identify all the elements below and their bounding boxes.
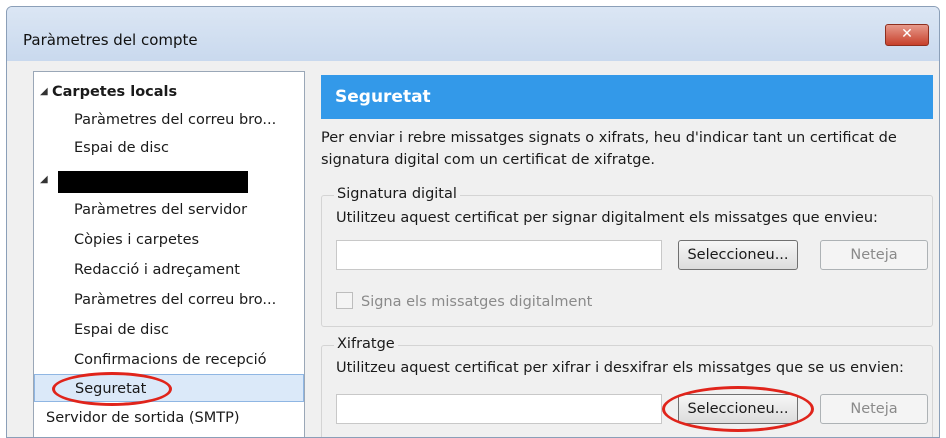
- account-tree: ◢ Carpetes locals Paràmetres del correu …: [33, 71, 305, 437]
- tree-item-label: Servidor de sortida (SMTP): [46, 410, 240, 426]
- expanded-triangle-icon[interactable]: ◢: [40, 78, 48, 106]
- signing-instruction: Utilitzeu aquest certificat per signar d…: [336, 210, 878, 226]
- security-description: Per enviar i rebre missatges signats o x…: [321, 130, 897, 168]
- signing-certificate-field[interactable]: [336, 240, 662, 270]
- tree-item-composition-addressing[interactable]: Redacció i adreçament: [34, 256, 304, 284]
- tree-item-local-disk-space[interactable]: Espai de disc: [34, 134, 304, 162]
- redacted-account-name: [58, 171, 248, 193]
- encryption-certificate-field[interactable]: [336, 394, 662, 424]
- tree-item-label: Confirmacions de recepció: [74, 352, 267, 368]
- tree-item-security[interactable]: Seguretat: [34, 374, 304, 402]
- tree-item-return-receipts[interactable]: Confirmacions de recepció: [34, 346, 304, 374]
- tree-item-local-junk-settings[interactable]: Paràmetres del correu bro...: [34, 106, 304, 134]
- signing-group: Signatura digital Utilitzeu aquest certi…: [321, 186, 933, 327]
- tree-item-label: Espai de disc: [74, 140, 169, 156]
- tree-item-label: Paràmetres del correu bro...: [74, 112, 277, 128]
- sign-messages-label: Signa els missatges digitalment: [361, 294, 593, 310]
- group-title: Xifratge: [334, 336, 398, 352]
- tree-item-copies-folders[interactable]: Còpies i carpetes: [34, 226, 304, 254]
- encryption-instruction: Utilitzeu aquest certificat per xifrar i…: [336, 360, 904, 376]
- tree-item-label: Paràmetres del servidor: [74, 202, 248, 218]
- tree-item-label: Espai de disc: [74, 322, 169, 338]
- encryption-group: Xifratge Utilitzeu aquest certificat per…: [321, 336, 933, 437]
- close-button[interactable]: ✕: [885, 24, 929, 46]
- sign-messages-checkbox[interactable]: [336, 292, 353, 309]
- tree-item-label: Redacció i adreçament: [74, 262, 240, 278]
- sign-messages-checkbox-row[interactable]: Signa els missatges digitalment: [336, 292, 592, 310]
- tree-item-server-settings[interactable]: Paràmetres del servidor: [34, 196, 304, 224]
- tree-item-smtp-server[interactable]: Servidor de sortida (SMTP): [34, 404, 304, 432]
- panel-title: Seguretat: [321, 75, 933, 119]
- group-title: Signatura digital: [334, 186, 460, 202]
- window-title: Paràmetres del compte: [23, 31, 198, 49]
- title-bar: Paràmetres del compte ✕: [7, 7, 939, 61]
- tree-item-label: Còpies i carpetes: [74, 232, 200, 248]
- tree-item-disk-space[interactable]: Espai de disc: [34, 316, 304, 344]
- encryption-select-button[interactable]: Seleccioneu...: [678, 394, 798, 424]
- tree-item-local-folders[interactable]: ◢ Carpetes locals: [34, 78, 304, 106]
- signing-clear-button[interactable]: Neteja: [820, 240, 928, 270]
- signing-select-button[interactable]: Seleccioneu...: [678, 240, 798, 270]
- encryption-clear-button[interactable]: Neteja: [820, 394, 928, 424]
- tree-item-junk-settings[interactable]: Paràmetres del correu bro...: [34, 286, 304, 314]
- tree-item-label: Seguretat: [75, 381, 147, 397]
- tree-item-label: Carpetes locals: [52, 84, 178, 100]
- dialog-body: ◢ Carpetes locals Paràmetres del correu …: [15, 61, 933, 437]
- close-icon: ✕: [901, 26, 913, 42]
- tree-item-label: Paràmetres del correu bro...: [74, 292, 277, 308]
- account-settings-window: Paràmetres del compte ✕ ◢ Carpetes local…: [6, 6, 940, 438]
- expanded-triangle-icon[interactable]: ◢: [40, 166, 48, 194]
- tree-item-account[interactable]: ◢: [34, 166, 304, 194]
